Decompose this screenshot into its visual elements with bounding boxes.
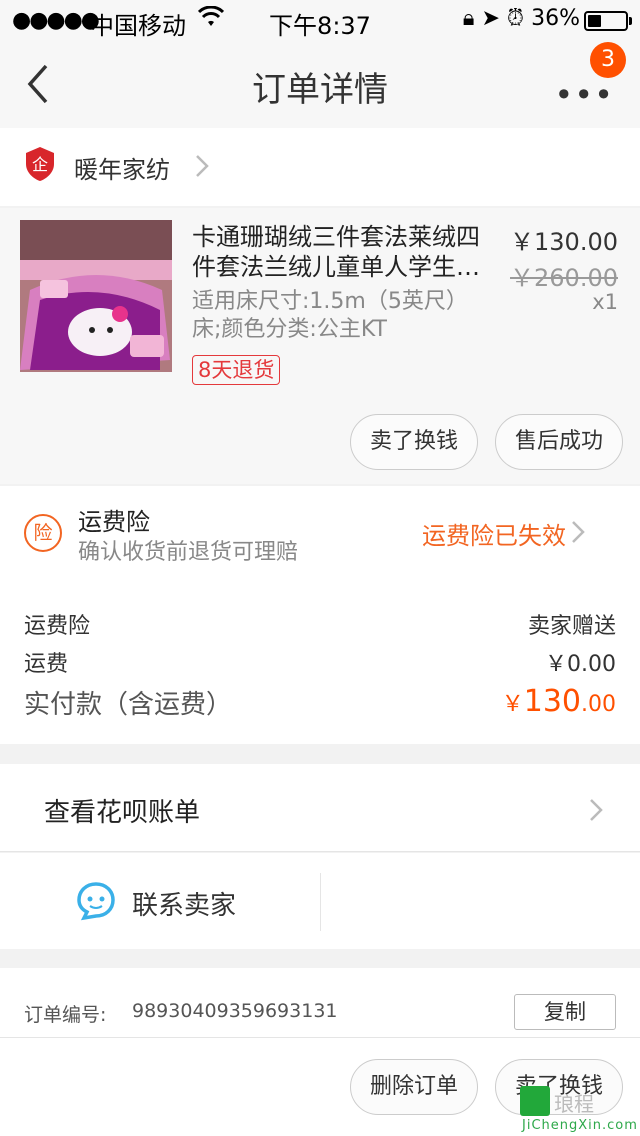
resell-button[interactable]: 卖了换钱 <box>350 414 478 470</box>
battery-percent: 36% <box>531 6 580 31</box>
delete-order-button[interactable]: 删除订单 <box>350 1059 478 1115</box>
return-policy-tag: 8天退货 <box>192 355 281 385</box>
nav-bar: 订单详情 ••• 3 <box>0 40 640 128</box>
insurance-status-link[interactable]: 运费险已失效 <box>422 516 566 551</box>
order-number: 98930409359693131 <box>132 1000 338 1022</box>
shop-name: 暖年家纺 <box>74 156 170 184</box>
page-title: 订单详情 <box>252 70 388 110</box>
watermark: 琅程 JiChengXin.com <box>514 1086 637 1136</box>
fee-value: ￥0.00 <box>545 652 616 677</box>
shop-row[interactable]: 企 暖年家纺 <box>0 128 640 206</box>
huabei-bill-label: 查看花呗账单 <box>44 798 201 828</box>
notification-badge: 3 <box>590 42 626 78</box>
divider <box>320 873 321 931</box>
battery-fill <box>588 15 601 27</box>
total-amount: ￥130.00 <box>502 684 616 719</box>
enterprise-shop-icon: 企 <box>24 146 56 186</box>
status-icons: 🔒︎ ➤ ⏰︎ 36% <box>463 6 580 31</box>
alarm-icon: ⏰︎ <box>506 6 525 31</box>
order-number-row: 订单编号: 98930409359693131 复制 <box>0 968 640 1038</box>
order-number-label: 订单编号: <box>24 1004 107 1026</box>
product-title-line1: 卡通珊瑚绒三件套法莱绒四 <box>192 223 480 251</box>
chevron-right-icon <box>570 518 586 550</box>
product-sku-line1: 适用床尺寸:1.5m（5英尺） <box>192 289 468 314</box>
chevron-right-icon <box>194 152 210 184</box>
product-title-line2: 件套法兰绒儿童单人学生… <box>192 253 480 281</box>
watermark-url: JiChengXin.com <box>522 1118 638 1133</box>
product-image[interactable] <box>20 220 172 372</box>
chevron-right-icon <box>588 796 604 828</box>
watermark-logo-icon <box>520 1086 550 1116</box>
rotation-lock-icon: 🔒︎ <box>462 6 475 31</box>
contact-row: 联系卖家 <box>0 853 640 949</box>
payment-summary: 险 运费险 确认收货前退货可理赔 运费险已失效 运费险 卖家赠送 运费 ￥0.0… <box>0 486 640 744</box>
total-label: 实付款（含运费） <box>24 690 233 720</box>
contact-seller-button[interactable]: 联系卖家 <box>132 885 236 922</box>
fee-label: 运费 <box>24 652 69 677</box>
battery-icon <box>584 11 632 31</box>
product-title[interactable]: 卡通珊瑚绒三件套法莱绒四 件套法兰绒儿童单人学生… <box>192 222 490 284</box>
total-integer: 130 <box>523 684 581 719</box>
fee-label: 运费险 <box>24 614 91 639</box>
item-quantity: x1 <box>592 290 618 314</box>
fee-value: 卖家赠送 <box>527 614 616 639</box>
location-icon: ➤ <box>481 6 500 31</box>
insurance-subtitle: 确认收货前退货可理赔 <box>78 540 299 565</box>
insurance-title: 运费险 <box>78 508 150 536</box>
more-menu-button[interactable]: ••• <box>554 76 614 114</box>
after-sale-button[interactable]: 售后成功 <box>495 414 623 470</box>
insurance-icon: 险 <box>24 514 62 552</box>
order-item[interactable]: 卡通珊瑚绒三件套法莱绒四 件套法兰绒儿童单人学生… 适用床尺寸:1.5m（5英尺… <box>0 208 640 484</box>
svg-text:企: 企 <box>32 155 48 174</box>
item-original-price: ￥260.00 <box>510 264 618 292</box>
huabei-bill-row[interactable]: 查看花呗账单 <box>0 764 640 852</box>
product-sku-line2: 床;颜色分类:公主KT <box>192 317 387 342</box>
item-price: ￥130.00 <box>510 228 618 256</box>
watermark-brand: 琅程 <box>554 1092 594 1116</box>
product-sku: 适用床尺寸:1.5m（5英尺） 床;颜色分类:公主KT <box>192 288 492 344</box>
status-bar: ●●●●● 中国移动 下午8:37 🔒︎ ➤ ⏰︎ 36% <box>0 0 640 40</box>
chat-bubble-icon[interactable] <box>76 881 116 925</box>
total-decimal: .00 <box>581 692 616 717</box>
total-currency: ￥ <box>501 692 524 717</box>
copy-order-number-button[interactable]: 复制 <box>514 994 616 1030</box>
